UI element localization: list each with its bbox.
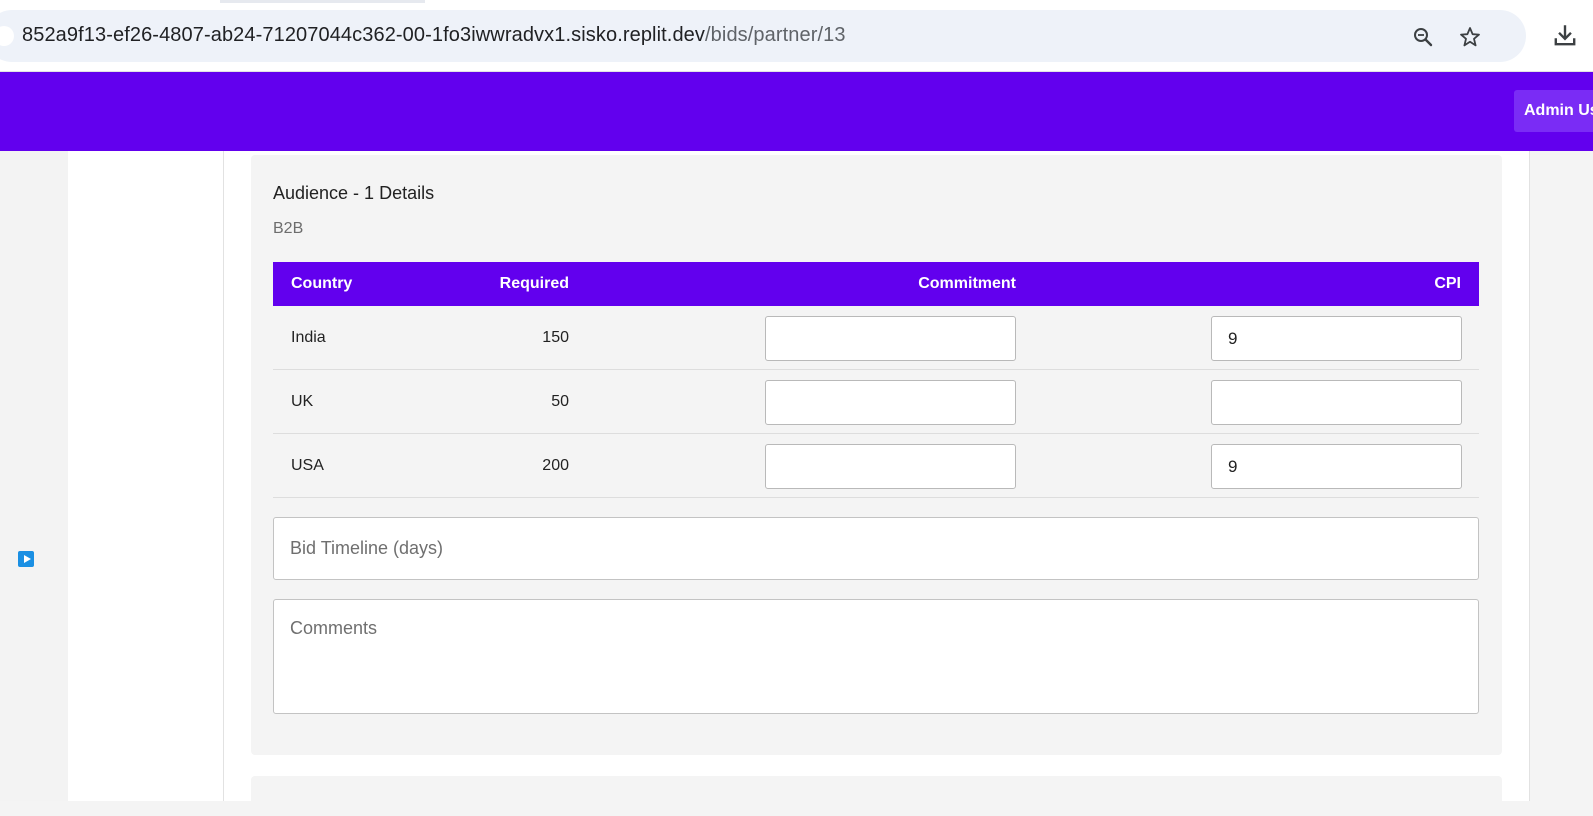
- col-cpi: CPI: [1434, 275, 1461, 292]
- side-column: [68, 151, 224, 801]
- cpi-input[interactable]: [1211, 380, 1462, 425]
- col-required: Required: [499, 275, 569, 292]
- required-cell: 150: [542, 329, 569, 346]
- cpi-input[interactable]: [1211, 316, 1462, 361]
- tab-indicator: [220, 0, 425, 3]
- play-icon[interactable]: [18, 551, 34, 567]
- audience-type: B2B: [273, 220, 304, 237]
- required-cell: 200: [542, 457, 569, 474]
- commitment-input[interactable]: [765, 316, 1016, 361]
- audience-table: Country Required Commitment CPI India 15…: [273, 262, 1479, 498]
- commitment-input[interactable]: [765, 380, 1016, 425]
- admin-user-button[interactable]: Admin Us: [1514, 90, 1593, 132]
- browser-toolbar: 852a9f13-ef26-4807-ab24-71207044c362-00-…: [0, 0, 1593, 72]
- table-header: Country Required Commitment CPI: [273, 262, 1479, 306]
- col-country: Country: [291, 275, 353, 292]
- url-host: 852a9f13-ef26-4807-ab24-71207044c362-00-…: [22, 24, 706, 46]
- download-icon[interactable]: [1548, 18, 1582, 52]
- commitment-input[interactable]: [765, 444, 1016, 489]
- table-row: USA 200: [273, 434, 1479, 498]
- url-path: /bids/partner/13: [705, 24, 846, 46]
- audience-title: Audience - 1 Details: [273, 183, 435, 203]
- required-cell: 50: [551, 393, 569, 410]
- audience-card: Audience - 1 Details B2B Country Require…: [251, 155, 1502, 755]
- site-info-icon[interactable]: [0, 26, 14, 46]
- col-commitment: Commitment: [918, 275, 1016, 292]
- comments-field[interactable]: [273, 599, 1479, 714]
- next-card: [251, 776, 1502, 816]
- zoom-icon[interactable]: [1409, 23, 1437, 51]
- country-cell: UK: [291, 393, 314, 410]
- right-gutter: [1530, 151, 1593, 801]
- address-bar[interactable]: 852a9f13-ef26-4807-ab24-71207044c362-00-…: [0, 10, 1526, 62]
- bid-timeline-input[interactable]: [273, 517, 1479, 580]
- table-row: UK 50: [273, 370, 1479, 434]
- country-cell: India: [291, 329, 326, 346]
- url-text[interactable]: 852a9f13-ef26-4807-ab24-71207044c362-00-…: [22, 24, 846, 47]
- star-icon[interactable]: [1456, 23, 1484, 51]
- app-header: Admin Us: [0, 72, 1593, 151]
- country-cell: USA: [291, 457, 324, 474]
- cpi-input[interactable]: [1211, 444, 1462, 489]
- table-row: India 150: [273, 306, 1479, 370]
- left-rail: [0, 151, 68, 801]
